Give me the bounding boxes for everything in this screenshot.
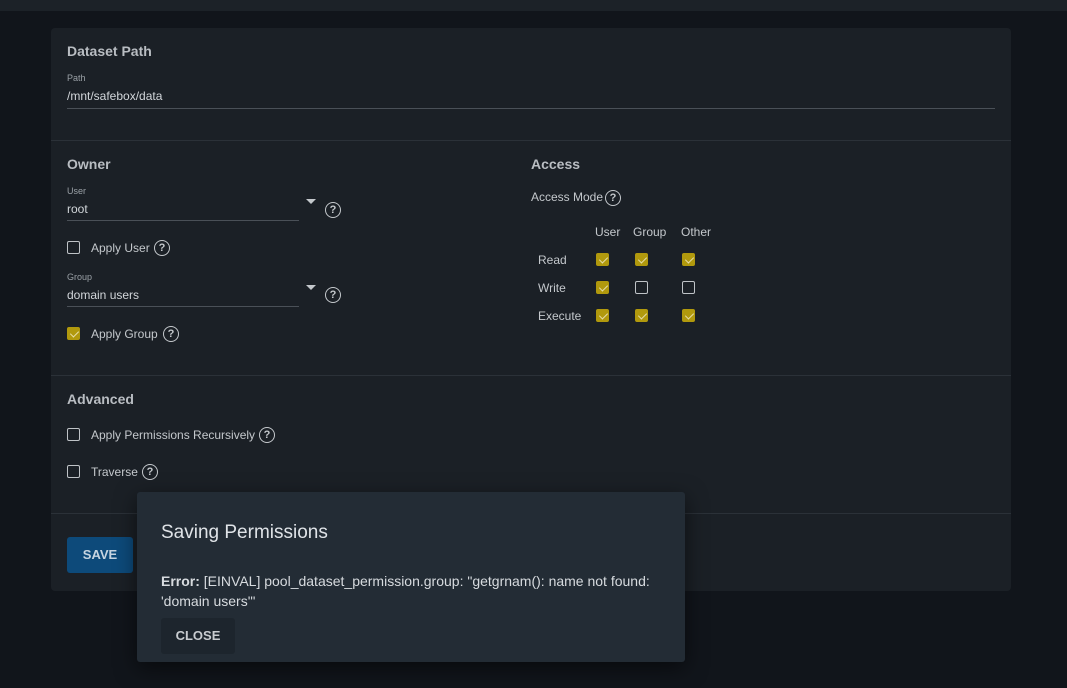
access-row-execute: Execute: [538, 309, 582, 323]
help-icon[interactable]: ?: [163, 326, 179, 342]
read-other-checkbox[interactable]: [682, 253, 695, 266]
apply-group-checkbox[interactable]: [67, 327, 80, 340]
access-col-group: Group: [633, 225, 667, 239]
access-col-user: User: [595, 225, 621, 239]
apply-user-label: Apply User: [91, 241, 150, 255]
execute-user-checkbox[interactable]: [596, 309, 609, 322]
user-value: root: [67, 202, 88, 216]
dialog-title: Saving Permissions: [161, 522, 328, 543]
traverse-label: Traverse: [91, 465, 138, 479]
write-other-checkbox[interactable]: [682, 281, 695, 294]
apply-group-label: Apply Group: [91, 327, 158, 341]
write-user-checkbox[interactable]: [596, 281, 609, 294]
group-label: Group: [67, 272, 93, 282]
path-value: /mnt/safebox/data: [67, 89, 163, 103]
top-bar: [0, 0, 1067, 11]
help-icon[interactable]: ?: [605, 190, 621, 206]
help-icon[interactable]: ?: [325, 202, 341, 218]
close-button[interactable]: CLOSE: [161, 618, 235, 654]
access-row-read: Read: [538, 253, 567, 267]
execute-group-checkbox[interactable]: [635, 309, 648, 322]
user-underline: [67, 220, 299, 221]
group-value: domain users: [67, 288, 140, 302]
read-user-checkbox[interactable]: [596, 253, 609, 266]
apply-user-checkbox[interactable]: [67, 241, 80, 254]
read-group-checkbox[interactable]: [635, 253, 648, 266]
execute-other-checkbox[interactable]: [682, 309, 695, 322]
chevron-down-icon[interactable]: [306, 285, 316, 290]
write-group-checkbox[interactable]: [635, 281, 648, 294]
apply-recursively-checkbox[interactable]: [67, 428, 80, 441]
chevron-down-icon[interactable]: [306, 199, 316, 204]
help-icon[interactable]: ?: [325, 287, 341, 303]
dataset-path-title: Dataset Path: [67, 43, 152, 59]
path-underline: [67, 108, 995, 109]
dialog-message: Error: [EINVAL] pool_dataset_permission.…: [161, 571, 661, 611]
owner-title: Owner: [67, 156, 111, 172]
error-prefix: Error:: [161, 573, 200, 589]
access-row-write: Write: [538, 281, 566, 295]
save-button[interactable]: SAVE: [67, 537, 133, 573]
help-icon[interactable]: ?: [142, 464, 158, 480]
access-title: Access: [531, 156, 581, 172]
user-label: User: [67, 186, 87, 196]
access-col-other: Other: [681, 225, 712, 239]
help-icon[interactable]: ?: [154, 240, 170, 256]
advanced-title: Advanced: [67, 391, 134, 407]
error-dialog: Saving Permissions Error: [EINVAL] pool_…: [137, 492, 685, 662]
group-underline: [67, 306, 299, 307]
traverse-checkbox[interactable]: [67, 465, 80, 478]
divider: [51, 375, 1011, 376]
access-mode-label: Access Mode: [531, 190, 604, 204]
path-label: Path: [67, 73, 86, 83]
apply-recursively-label: Apply Permissions Recursively: [91, 428, 256, 442]
help-icon[interactable]: ?: [259, 427, 275, 443]
divider: [51, 140, 1011, 141]
error-message: [EINVAL] pool_dataset_permission.group: …: [161, 573, 650, 609]
